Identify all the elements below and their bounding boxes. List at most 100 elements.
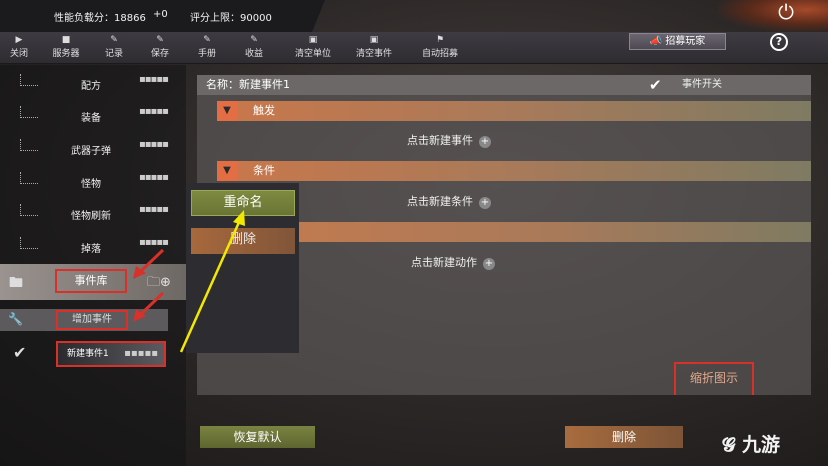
toolbar-server-button[interactable]: ■ 服务器 bbox=[43, 34, 89, 61]
rename-menu-item[interactable]: 重命名 bbox=[191, 190, 295, 216]
trash-icon: ▣ bbox=[369, 35, 379, 45]
event-list-item[interactable]: 新建事件1 ▪▪▪▪▪ bbox=[56, 341, 166, 367]
toolbar-clear-events-button[interactable]: ▣ 清空事件 bbox=[351, 34, 397, 61]
add-condition-button[interactable]: 点击新建条件 + bbox=[407, 193, 491, 209]
section-title: 触发 bbox=[253, 104, 275, 117]
condition-section-header[interactable]: ▼ 条件 bbox=[217, 161, 811, 181]
folder-icon: 🖿 bbox=[9, 275, 23, 291]
add-folder-icon[interactable]: 🗀⊕ bbox=[147, 273, 171, 295]
edit-icon: ✎ bbox=[203, 35, 211, 45]
event-library-row[interactable]: 🖿 事件库 🗀⊕ bbox=[0, 264, 186, 300]
tree-item-monster[interactable]: 怪物 ▪▪▪▪▪ bbox=[0, 172, 186, 192]
help-icon[interactable]: ? bbox=[770, 33, 788, 51]
toolbar-label: 清空事件 bbox=[355, 49, 392, 59]
toolbar-label: 服务器 bbox=[52, 49, 80, 59]
event-name-label: 名称：新建事件1 bbox=[206, 78, 290, 91]
event-name-bar: 名称：新建事件1 ✔ 事件开关 bbox=[197, 75, 811, 95]
edit-icon: ✎ bbox=[156, 35, 164, 45]
drag-handle-icon[interactable]: ▪▪▪▪▪ bbox=[139, 74, 169, 85]
tree-item-equipment[interactable]: 装备 ▪▪▪▪▪ bbox=[0, 106, 186, 126]
fold-diagram-button[interactable]: 缩折图示 bbox=[674, 362, 754, 395]
add-event-row[interactable]: 🔧 增加事件 bbox=[0, 309, 168, 331]
tree-item-monster-spawn[interactable]: 怪物刷新 ▪▪▪▪▪ bbox=[0, 204, 186, 224]
performance-delta: +0 bbox=[153, 9, 168, 20]
toolbar-manual-button[interactable]: ✎ 手册 bbox=[184, 34, 230, 61]
performance-load-label: 性能负载分：18866 bbox=[54, 13, 146, 24]
drag-handle-icon[interactable]: ▪▪▪▪▪ bbox=[139, 237, 169, 248]
plus-icon: + bbox=[479, 197, 491, 209]
tree-branch bbox=[20, 204, 38, 216]
toolbar-label: 手册 bbox=[197, 49, 216, 59]
toolbar: ▶ 关闭 ■ 服务器 ✎ 记录 ✎ 保存 ✎ 手册 ✎ 收益 ▣ 清空单位 ▣ 清空事件 ⚑ 自动… bbox=[0, 32, 828, 64]
box-icon: ■ bbox=[61, 35, 71, 45]
delete-button[interactable]: 删除 bbox=[565, 426, 683, 448]
drag-handle-icon[interactable]: ▪▪▪▪▪ bbox=[139, 172, 169, 183]
trigger-section-header[interactable]: ▼ 触发 bbox=[217, 101, 811, 121]
context-menu: 重命名 删除 bbox=[186, 183, 299, 353]
tree-item-drop[interactable]: 掉落 ▪▪▪▪▪ bbox=[0, 237, 186, 257]
toolbar-record-button[interactable]: ✎ 记录 bbox=[91, 34, 137, 61]
section-title: 条件 bbox=[253, 164, 275, 177]
play-icon: ▶ bbox=[15, 35, 23, 45]
toolbar-label: 关闭 bbox=[9, 49, 28, 59]
tree-item-label: 掉落 bbox=[81, 244, 101, 255]
wrench-icon: 🔧 bbox=[8, 312, 23, 326]
tree-branch bbox=[20, 139, 38, 151]
restore-default-button[interactable]: 恢复默认 bbox=[200, 426, 315, 448]
tree-branch bbox=[20, 172, 38, 184]
event-row[interactable]: ✔ 新建事件1 ▪▪▪▪▪ bbox=[0, 341, 168, 367]
checkmark-icon[interactable]: ✔ bbox=[13, 343, 26, 362]
event-item-label: 新建事件1 bbox=[67, 349, 109, 359]
plus-icon: + bbox=[479, 136, 491, 148]
add-trigger-button[interactable]: 点击新建事件 + bbox=[407, 132, 491, 148]
trash-icon: ▣ bbox=[308, 35, 318, 45]
tree-item-label: 怪物刷新 bbox=[71, 211, 111, 222]
tree-item-label: 武器子弹 bbox=[71, 146, 111, 157]
toolbar-label: 自动招募 bbox=[421, 49, 458, 59]
toolbar-label: 清空单位 bbox=[294, 49, 331, 59]
toolbar-label: 收益 bbox=[244, 49, 263, 59]
tree-branch bbox=[20, 74, 38, 86]
recruit-players-button[interactable]: 📣 招募玩家 bbox=[629, 33, 726, 50]
toolbar-income-button[interactable]: ✎ 收益 bbox=[231, 34, 277, 61]
plus-icon: + bbox=[483, 258, 495, 270]
edit-icon: ✎ bbox=[250, 35, 258, 45]
toolbar-save-button[interactable]: ✎ 保存 bbox=[137, 34, 183, 61]
delete-menu-item[interactable]: 删除 bbox=[191, 228, 295, 254]
score-limit-label: 评分上限：90000 bbox=[190, 13, 272, 24]
event-library-label[interactable]: 事件库 bbox=[55, 269, 127, 293]
event-switch-checkbox-icon[interactable]: ✔ bbox=[649, 75, 662, 95]
drag-handle-icon[interactable]: ▪▪▪▪▪ bbox=[139, 106, 169, 117]
tree-item-label: 配方 bbox=[81, 81, 101, 92]
add-event-button[interactable]: 增加事件 bbox=[56, 310, 128, 330]
power-icon[interactable]: ⏻ bbox=[778, 0, 794, 24]
tree-branch bbox=[20, 106, 38, 118]
drag-handle-icon[interactable]: ▪▪▪▪▪ bbox=[139, 139, 169, 150]
flag-icon: ⚑ bbox=[435, 35, 445, 45]
collapse-triangle-icon[interactable]: ▼ bbox=[217, 101, 237, 121]
toolbar-label: 保存 bbox=[150, 49, 169, 59]
tree-item-recipe[interactable]: 配方 ▪▪▪▪▪ bbox=[0, 74, 186, 94]
add-action-button[interactable]: 点击新建动作 + bbox=[411, 254, 495, 270]
top-right-glow bbox=[718, 0, 828, 32]
action-section-header[interactable]: 动作 bbox=[237, 222, 811, 242]
tree-item-weapon-bullet[interactable]: 武器子弹 ▪▪▪▪▪ bbox=[0, 139, 186, 159]
add-trigger-label: 点击新建事件 bbox=[407, 134, 473, 147]
drag-handle-icon[interactable]: ▪▪▪▪▪ bbox=[124, 343, 158, 365]
toolbar-label: 记录 bbox=[104, 49, 123, 59]
toolbar-auto-recruit-button[interactable]: ⚑ 自动招募 bbox=[417, 34, 463, 61]
event-switch-label: 事件开关 bbox=[682, 79, 722, 90]
toolbar-clear-units-button[interactable]: ▣ 清空单位 bbox=[290, 34, 336, 61]
toolbar-close-button[interactable]: ▶ 关闭 bbox=[0, 34, 42, 61]
recruit-players-label: 招募玩家 bbox=[665, 36, 706, 47]
edit-icon: ✎ bbox=[110, 35, 118, 45]
status-bar: 性能负载分：18866 +0 评分上限：90000 bbox=[0, 0, 325, 32]
tree-item-label: 怪物 bbox=[81, 179, 101, 190]
drag-handle-icon[interactable]: ▪▪▪▪▪ bbox=[139, 204, 169, 215]
watermark-logo: 𝓖 九游 bbox=[722, 434, 780, 456]
watermark-text: 九游 bbox=[741, 434, 780, 456]
add-condition-label: 点击新建条件 bbox=[407, 195, 473, 208]
collapse-triangle-icon[interactable]: ▼ bbox=[217, 161, 237, 181]
tree-branch bbox=[20, 237, 38, 249]
add-action-label: 点击新建动作 bbox=[411, 256, 477, 269]
